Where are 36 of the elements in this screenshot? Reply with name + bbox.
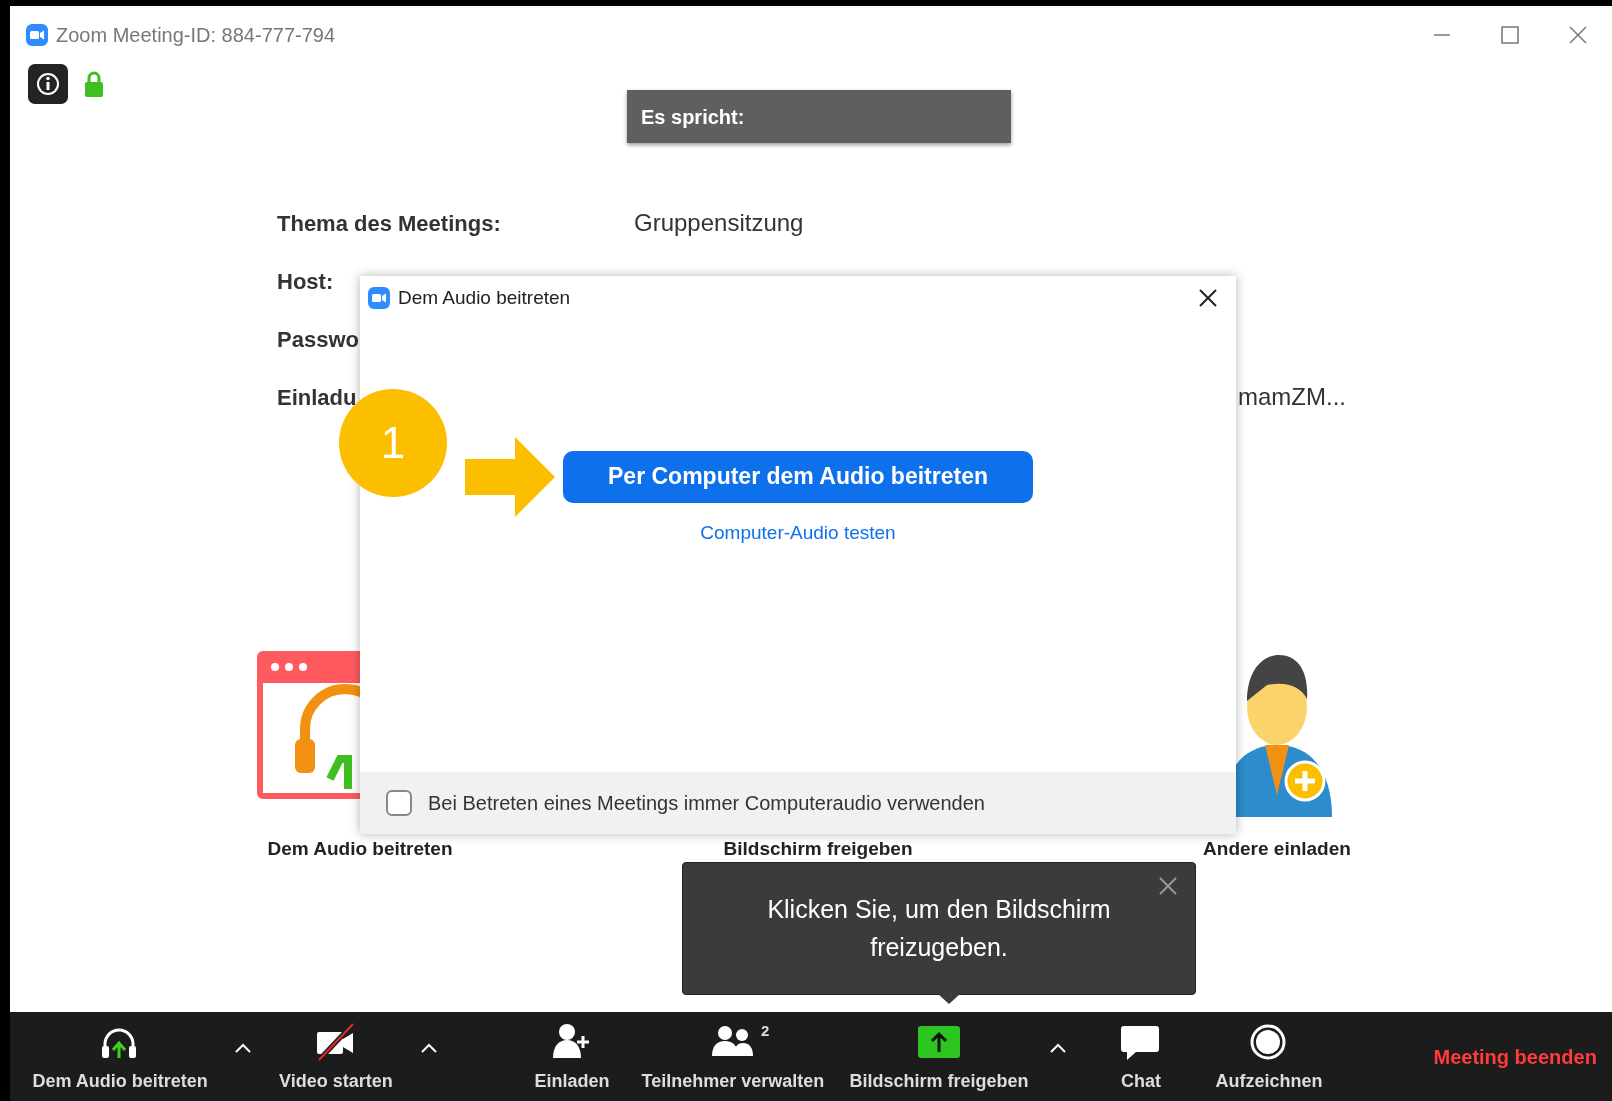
tile-label[interactable]: Dem Audio beitreten xyxy=(210,835,510,864)
info-icon[interactable] xyxy=(28,64,68,104)
lock-icon[interactable] xyxy=(84,71,104,97)
caret-icon xyxy=(420,1042,438,1054)
toolbar-button[interactable]: Dem Audio beitreten xyxy=(32,1012,208,1101)
tile-label[interactable]: Andere einladen xyxy=(1127,835,1427,864)
toolbar-button[interactable]: Einladen xyxy=(534,1012,610,1101)
toolbar-button[interactable]: Aufzeichnen xyxy=(1215,1012,1323,1101)
checkbox[interactable] xyxy=(386,790,412,816)
info-value: mamZM... xyxy=(1238,382,1346,412)
zoom-logo-icon xyxy=(26,24,48,46)
participant-count: 2 xyxy=(761,1021,770,1041)
toolbar-button[interactable]: Teilnehmer verwalten 2 xyxy=(641,1012,825,1101)
join-audio-button[interactable]: Per Computer dem Audio beitreten xyxy=(563,450,1033,503)
info-value: Gruppensitzung xyxy=(634,208,804,238)
caret-icon xyxy=(1049,1042,1067,1054)
tooltip-text: Klicken Sie, um den Bildschirm freizugeben. xyxy=(766,894,1112,963)
end-meeting-button[interactable]: Meeting beenden xyxy=(1433,1012,1597,1101)
speaker-banner: Es spricht: xyxy=(627,90,1011,143)
toolbar-button[interactable]: Bildschirm freigeben xyxy=(849,1012,1029,1101)
zoom-logo-icon xyxy=(368,287,390,310)
info-label: Host: xyxy=(277,269,334,294)
info-label: Thema des Meetings: xyxy=(277,211,501,236)
arrow-icon xyxy=(465,437,555,517)
dialog-title: Dem Audio beitreten xyxy=(398,286,571,310)
toolbar-button[interactable]: Video starten xyxy=(279,1012,393,1101)
close-icon[interactable] xyxy=(1198,288,1218,309)
caret-icon xyxy=(234,1042,252,1054)
window-title: Zoom Meeting-ID: 884-777-794 xyxy=(56,23,336,48)
maximize-icon[interactable] xyxy=(1500,25,1520,45)
info-label: Passwo xyxy=(277,327,359,352)
checkbox-label: Bei Betreten eines Meetings immer Computeraudio verwenden xyxy=(428,791,985,816)
tile-label[interactable]: Bildschirm freigeben xyxy=(668,835,968,864)
info-label: Einladu xyxy=(277,385,357,410)
test-audio-link[interactable]: Computer-Audio testen xyxy=(700,518,896,547)
toolbar-button[interactable]: Chat xyxy=(1120,1012,1162,1101)
